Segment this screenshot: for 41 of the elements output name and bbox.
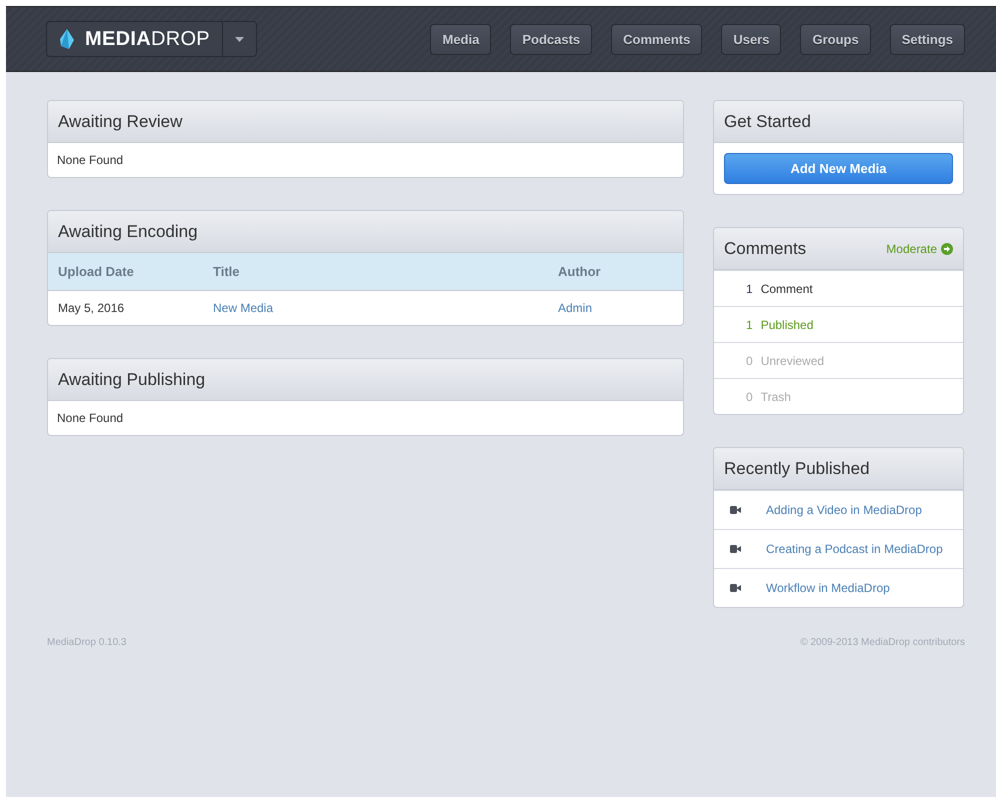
date-cell: May 5, 2016 — [48, 290, 203, 325]
nav-button[interactable]: Podcasts — [510, 24, 592, 54]
empty-message: None Found — [56, 410, 124, 427]
comment-filter-link[interactable]: Comment — [760, 282, 813, 296]
panel-title: Awaiting Publishing — [58, 370, 206, 390]
caret-icon — [234, 36, 244, 42]
nav-button[interactable]: Settings — [890, 24, 965, 54]
video-camera-icon — [730, 545, 741, 553]
media-link[interactable]: Creating a Podcast in MediaDrop — [766, 542, 943, 556]
nav-button[interactable]: Comments — [611, 24, 702, 54]
comment-filter-link[interactable]: Trash — [760, 390, 791, 404]
version-text: MediaDrop 0.10.3 — [47, 637, 126, 648]
media-link[interactable]: Workflow in MediaDrop — [766, 581, 890, 595]
nav-button[interactable]: Users — [721, 24, 782, 54]
column-header: Author — [548, 253, 683, 290]
column-header: Upload Date — [48, 253, 203, 290]
moderate-link[interactable]: Moderate — [886, 242, 953, 256]
arrow-circle-icon — [941, 242, 953, 254]
empty-message: None Found — [56, 152, 124, 169]
comment-count: 0 — [746, 390, 753, 404]
author-link[interactable]: Admin — [558, 301, 592, 315]
media-link[interactable]: New Media — [213, 301, 274, 315]
panel-title: Comments — [724, 238, 806, 258]
comment-count: 1 — [746, 282, 753, 296]
panel-title: Get Started — [724, 112, 811, 132]
copyright-text: © 2009-2013 MediaDrop contributors — [800, 637, 965, 648]
comment-filter-link[interactable]: Published — [760, 318, 814, 332]
video-camera-icon — [730, 584, 741, 592]
panel-title: Awaiting Review — [58, 112, 182, 132]
comment-count: 0 — [746, 354, 753, 368]
comment-count: 1 — [746, 318, 753, 332]
panel-title: Awaiting Encoding — [58, 222, 198, 242]
nav-button[interactable]: Media — [430, 24, 492, 54]
drop-logo-icon — [59, 29, 75, 49]
panel-title: Recently Published — [724, 458, 870, 478]
add-media-button[interactable]: Add New Media — [724, 153, 953, 184]
column-header: Title — [203, 253, 548, 290]
media-link[interactable]: Adding a Video in MediaDrop — [766, 503, 922, 517]
nav-button[interactable]: Groups — [800, 24, 871, 54]
comment-filter-link[interactable]: Unreviewed — [760, 354, 824, 368]
video-camera-icon — [730, 506, 741, 514]
